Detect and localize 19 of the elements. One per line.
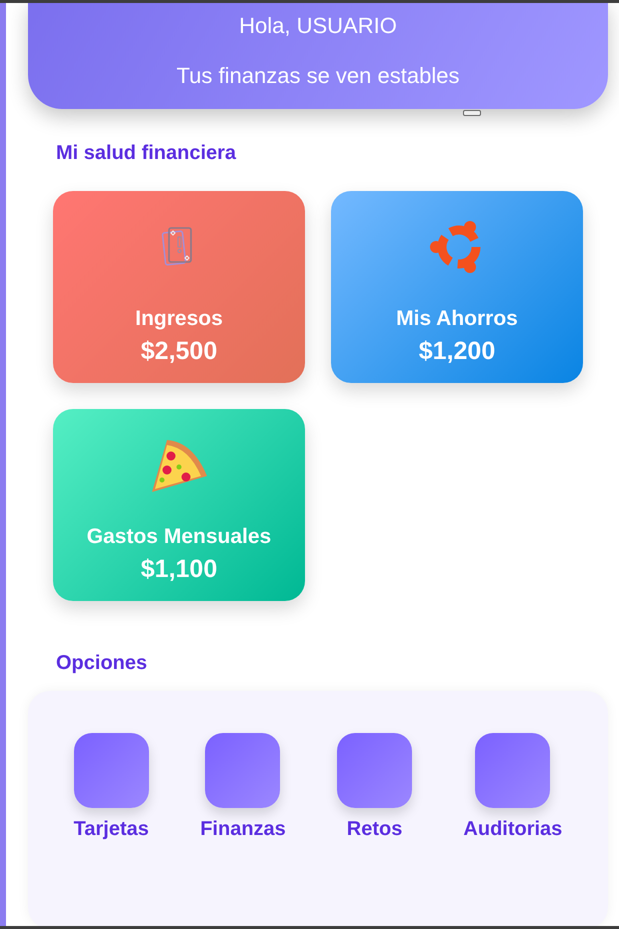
- card-amount: $1,200: [418, 337, 496, 366]
- card-label: Mis Ahorros: [396, 307, 518, 332]
- card-amount: $1,100: [140, 555, 218, 584]
- section-title: Opciones: [56, 651, 148, 676]
- card-amount: $2,500: [140, 337, 218, 366]
- option-tile-button[interactable]: [74, 733, 149, 808]
- option-label[interactable]: Auditorias: [463, 818, 562, 842]
- option-tile-button[interactable]: [475, 733, 550, 808]
- option-label[interactable]: Tarjetas: [74, 818, 149, 842]
- option-label[interactable]: Finanzas: [200, 818, 286, 842]
- option-tile-button[interactable]: [337, 733, 412, 808]
- option-tile-button[interactable]: [205, 733, 280, 808]
- small-button[interactable]: [463, 110, 481, 116]
- section-title: Mi salud financiera: [56, 141, 238, 166]
- option-label[interactable]: Retos: [346, 818, 402, 842]
- card-label: Ingresos: [135, 307, 223, 332]
- card-label: Gastos Mensuales: [86, 525, 272, 550]
- status-text: Tus finanzas se ven estables: [176, 63, 460, 89]
- greeting: Hola, USUARIO: [239, 13, 397, 39]
